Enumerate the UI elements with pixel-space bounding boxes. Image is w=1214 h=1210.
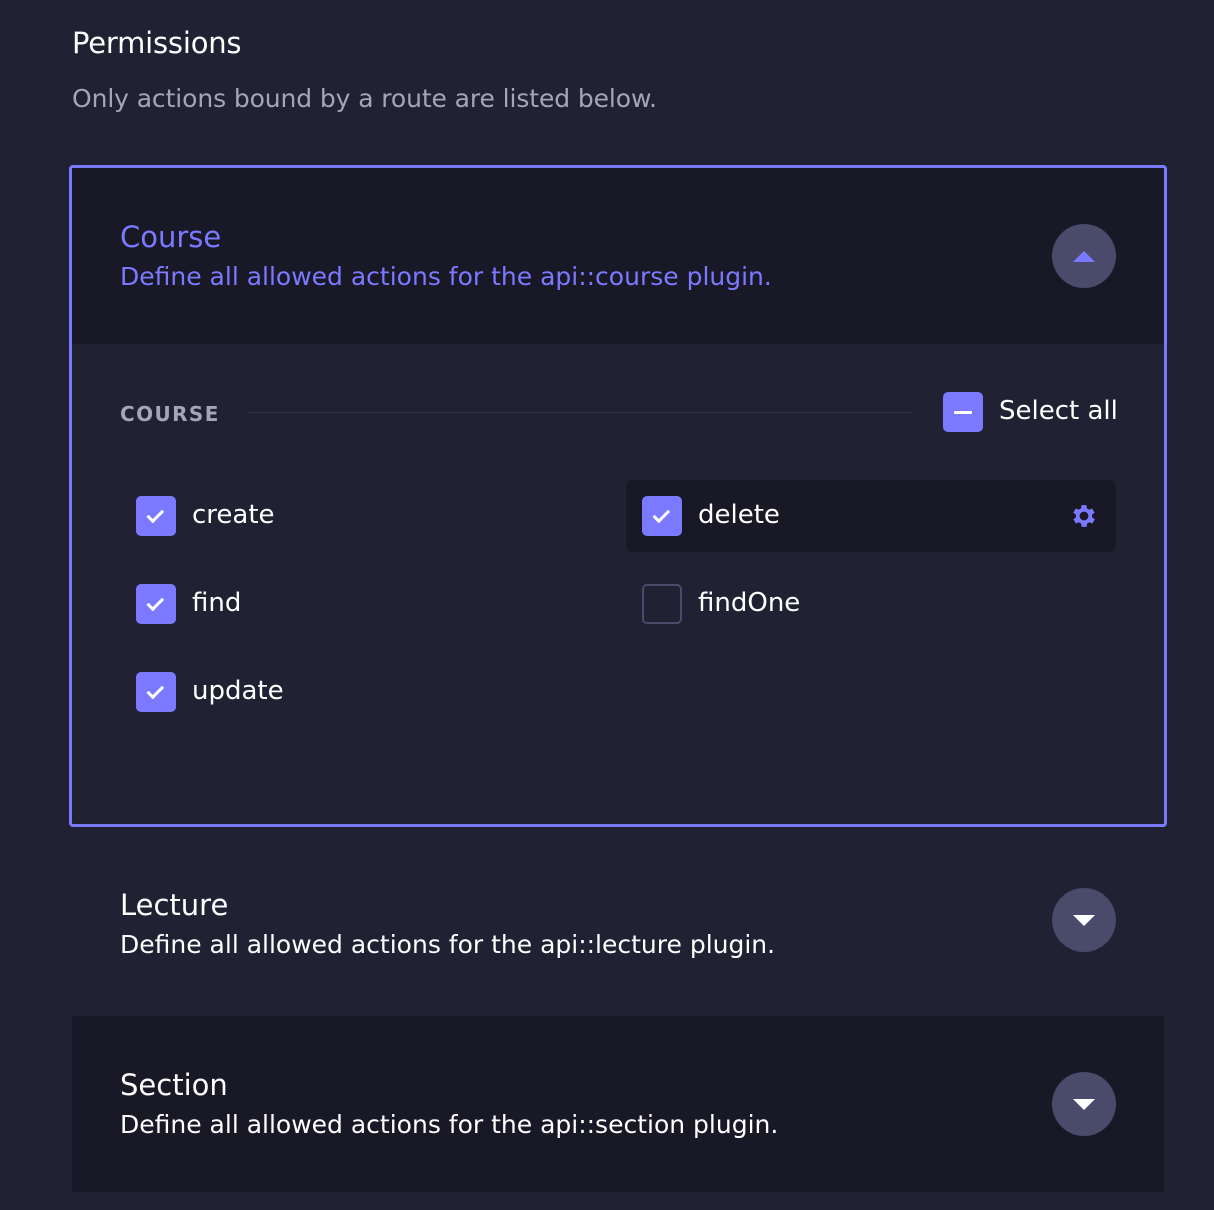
permission-label-update[interactable]: update [192,676,284,706]
accordion-section-description: Define all allowed actions for the api::… [120,1110,779,1139]
page-subtitle: Only actions bound by a route are listed… [72,84,657,113]
checkbox-findone[interactable] [642,584,682,624]
permission-label-create[interactable]: create [192,500,275,530]
collapse-course-button[interactable] [1052,224,1116,288]
checkbox-update[interactable] [136,672,176,712]
page-title: Permissions [72,26,242,60]
check-icon [146,593,165,611]
check-icon [146,681,165,699]
accordion-section-title: Section [120,1068,228,1102]
gear-icon[interactable] [1069,501,1099,531]
accordion-lecture-title: Lecture [120,888,229,922]
group-divider [247,412,912,413]
expand-section-button[interactable] [1052,1072,1116,1136]
checkbox-find[interactable] [136,584,176,624]
check-icon [652,505,671,523]
select-all-label[interactable]: Select all [999,396,1118,426]
accordion-lecture[interactable]: Lecture Define all allowed actions for t… [72,836,1164,1012]
chevron-down-icon [1073,1098,1095,1110]
permissions-page: Permissions Only actions bound by a rout… [0,0,1214,1210]
accordion-course-description: Define all allowed actions for the api::… [120,262,772,291]
checkbox-create[interactable] [136,496,176,536]
minus-icon [954,410,972,414]
permission-label-delete[interactable]: delete [698,500,780,530]
check-icon [146,505,165,523]
group-label: COURSE [120,402,220,426]
permission-label-find[interactable]: find [192,588,241,618]
select-all-checkbox[interactable] [943,392,983,432]
chevron-up-icon [1073,250,1095,262]
accordion-course: Course Define all allowed actions for th… [69,165,1167,827]
permission-label-findone[interactable]: findOne [698,588,800,618]
accordion-lecture-description: Define all allowed actions for the api::… [120,930,776,959]
accordion-course-title: Course [120,220,222,254]
expand-lecture-button[interactable] [1052,888,1116,952]
accordion-course-header[interactable]: Course Define all allowed actions for th… [72,168,1164,344]
checkbox-delete[interactable] [642,496,682,536]
accordion-section[interactable]: Section Define all allowed actions for t… [72,1016,1164,1192]
chevron-down-icon [1073,914,1095,926]
